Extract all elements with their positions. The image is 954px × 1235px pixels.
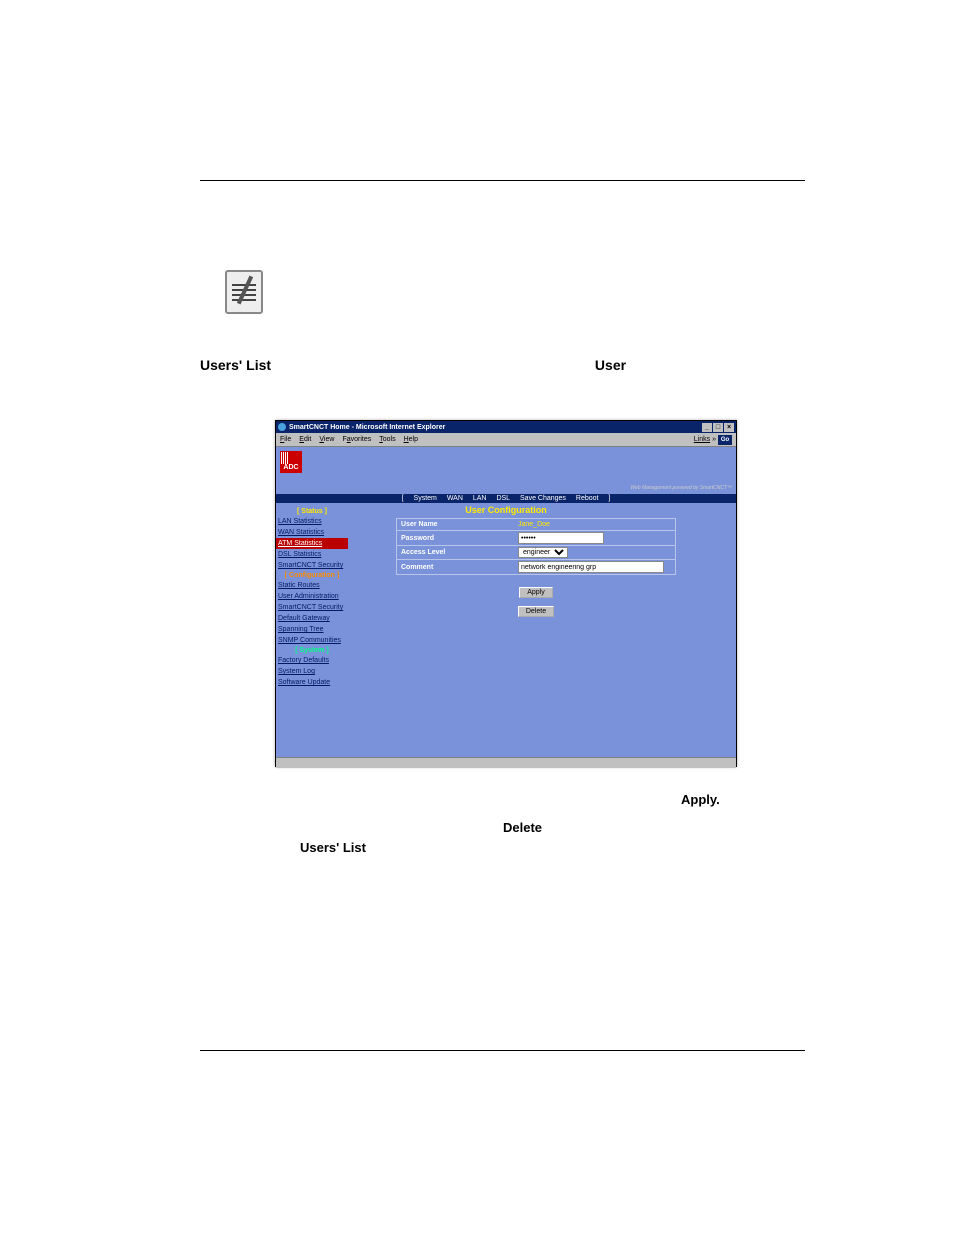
delete-bold: Delete bbox=[503, 820, 542, 835]
sidebar-status-header: [ Status ] bbox=[276, 508, 348, 515]
rule-bottom bbox=[200, 1050, 805, 1051]
sidebar-item-factory-defaults[interactable]: Factory Defaults bbox=[276, 655, 348, 666]
comment-input[interactable] bbox=[518, 561, 664, 573]
sidebar-item-static-routes[interactable]: Static Routes bbox=[276, 580, 348, 591]
nav-system[interactable]: System bbox=[414, 495, 437, 502]
nav-bracket-open: [ bbox=[402, 495, 404, 502]
sidebar-item-wan-statistics[interactable]: WAN Statistics bbox=[276, 527, 348, 538]
menu-file[interactable]: File bbox=[280, 436, 291, 443]
sidebar-config-header: [ Configuration ] bbox=[276, 572, 348, 579]
delete-button[interactable]: Delete bbox=[518, 606, 554, 617]
users-list-bold-2: Users' List bbox=[300, 840, 366, 855]
nav-dsl[interactable]: DSL bbox=[496, 495, 510, 502]
browser-menubar: File Edit View Favorites Tools Help Link… bbox=[276, 433, 736, 447]
ie-icon bbox=[278, 423, 286, 431]
body-text-line3: Delete bbox=[200, 820, 542, 835]
nav-lan[interactable]: LAN bbox=[473, 495, 487, 502]
user-config-form: User Name Jane_Doe Password Access Level… bbox=[396, 519, 676, 617]
menu-view[interactable]: View bbox=[319, 436, 334, 443]
nav-wan[interactable]: WAN bbox=[447, 495, 463, 502]
menu-edit[interactable]: Edit bbox=[299, 436, 311, 443]
top-nav-bar: [ System WAN LAN DSL Save Changes Reboot… bbox=[276, 494, 736, 503]
password-input[interactable] bbox=[518, 532, 604, 544]
browser-content: ADC Web Management powered by SmartCNCT™… bbox=[276, 447, 736, 757]
body-text-line4: Users' List bbox=[200, 840, 366, 855]
user-bold: User bbox=[595, 357, 626, 373]
row-user-name: User Name Jane_Doe bbox=[396, 518, 676, 531]
menu-help[interactable]: Help bbox=[404, 436, 418, 443]
sidebar-item-user-admin[interactable]: User Administration bbox=[276, 591, 348, 602]
row-password: Password bbox=[396, 530, 676, 546]
sidebar-item-system-log[interactable]: System Log bbox=[276, 666, 348, 677]
nav-save[interactable]: Save Changes bbox=[520, 495, 566, 502]
powered-by-label: Web Management powered by SmartCNCT™ bbox=[630, 485, 732, 491]
browser-title: SmartCNCT Home - Microsoft Internet Expl… bbox=[289, 424, 445, 431]
user-name-value: Jane_Doe bbox=[515, 519, 675, 530]
rule-top bbox=[200, 180, 805, 181]
nav-reboot[interactable]: Reboot bbox=[576, 495, 599, 502]
menu-favorites[interactable]: Favorites bbox=[342, 436, 371, 443]
sidebar: [ Status ] LAN Statistics WAN Statistics… bbox=[276, 507, 348, 688]
access-level-label: Access Level bbox=[397, 546, 515, 559]
browser-status-bar bbox=[276, 757, 736, 768]
maximize-button[interactable]: □ bbox=[713, 423, 723, 432]
body-text-line1: Users' List User bbox=[200, 357, 626, 373]
browser-window: SmartCNCT Home - Microsoft Internet Expl… bbox=[275, 420, 737, 767]
sidebar-item-software-update[interactable]: Software Update bbox=[276, 677, 348, 688]
adc-logo-text: ADC bbox=[283, 464, 298, 471]
apply-button[interactable]: Apply bbox=[519, 587, 553, 598]
password-label: Password bbox=[397, 531, 515, 545]
access-level-select[interactable]: engineer bbox=[518, 547, 568, 558]
sidebar-item-atm-statistics[interactable]: ATM Statistics bbox=[276, 538, 348, 549]
user-name-label: User Name bbox=[397, 519, 515, 530]
nav-bracket-close: ] bbox=[608, 495, 610, 502]
note-icon bbox=[225, 270, 263, 314]
sidebar-item-lan-statistics[interactable]: LAN Statistics bbox=[276, 516, 348, 527]
sidebar-item-security-1[interactable]: SmartCNCT Security bbox=[276, 560, 348, 571]
row-comment: Comment bbox=[396, 559, 676, 575]
sidebar-item-default-gateway[interactable]: Default Gateway bbox=[276, 613, 348, 624]
sidebar-item-dsl-statistics[interactable]: DSL Statistics bbox=[276, 549, 348, 560]
menu-tools[interactable]: Tools bbox=[379, 436, 395, 443]
close-button[interactable]: × bbox=[724, 423, 734, 432]
apply-bold: Apply. bbox=[681, 792, 720, 807]
go-button[interactable]: Go bbox=[718, 435, 732, 445]
browser-titlebar: SmartCNCT Home - Microsoft Internet Expl… bbox=[276, 421, 736, 433]
body-text-line2: Apply. bbox=[200, 792, 720, 807]
row-access-level: Access Level engineer bbox=[396, 545, 676, 560]
sidebar-item-snmp[interactable]: SNMP Communities bbox=[276, 635, 348, 646]
minimize-button[interactable]: _ bbox=[702, 423, 712, 432]
users-list-bold: Users' List bbox=[200, 357, 271, 373]
sidebar-system-header: [ System ] bbox=[276, 647, 348, 654]
links-label[interactable]: Links bbox=[694, 436, 710, 443]
comment-label: Comment bbox=[397, 560, 515, 574]
sidebar-item-security-2[interactable]: SmartCNCT Security bbox=[276, 602, 348, 613]
adc-logo: ADC bbox=[280, 451, 302, 473]
sidebar-item-spanning-tree[interactable]: Spanning Tree bbox=[276, 624, 348, 635]
